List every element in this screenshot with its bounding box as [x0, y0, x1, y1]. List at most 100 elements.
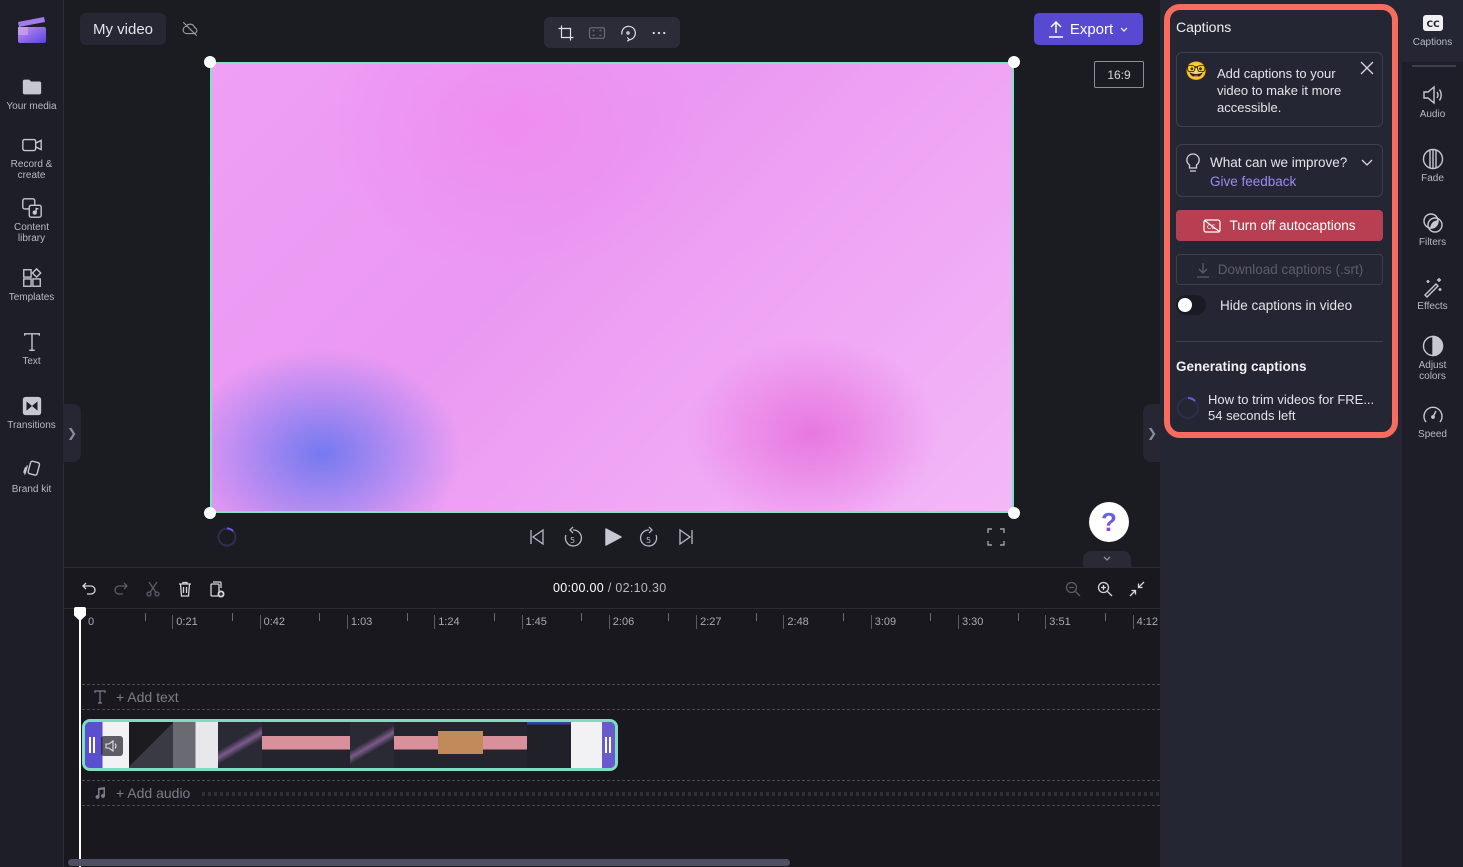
clip-thumbnail — [129, 722, 174, 768]
add-audio-track[interactable]: + Add audio — [82, 780, 1160, 806]
timecode: 00:00.00 / 02:10.30 — [553, 581, 666, 595]
cloud-sync-button[interactable] — [174, 13, 206, 45]
sidebar-item-text[interactable]: Text — [0, 331, 63, 367]
clip-trim-handle-right[interactable] — [605, 737, 611, 753]
forward-5-button[interactable]: 5 — [639, 525, 659, 549]
fit-button[interactable] — [586, 22, 608, 44]
collapse-right-panel-button[interactable]: ❯ — [1143, 404, 1161, 462]
sidebar-item-speed[interactable]: Speed — [1402, 404, 1463, 440]
delete-button[interactable] — [174, 578, 196, 600]
skip-to-start-button[interactable] — [528, 525, 546, 549]
sidebar-item-effects[interactable]: Effects — [1402, 276, 1463, 312]
hide-captions-toggle-row[interactable]: Hide captions in video — [1176, 295, 1352, 315]
content-library-icon — [21, 198, 42, 218]
generating-eta: 54 seconds left — [1208, 408, 1296, 423]
timeline-horizontal-scrollbar[interactable] — [68, 859, 790, 866]
sidebar-item-audio[interactable]: Audio — [1402, 84, 1463, 120]
ruler-tick-label: 3:09 — [870, 615, 896, 629]
clip-thumbnail — [350, 722, 395, 768]
templates-icon — [22, 267, 42, 287]
sidebar-item-filters[interactable]: Filters — [1402, 212, 1463, 248]
sidebar-label: Record & create — [10, 159, 53, 181]
ruler-tick-label: 1:45 — [521, 615, 547, 629]
give-feedback-link[interactable]: Give feedback — [1210, 174, 1296, 189]
collapse-preview-button[interactable] — [1083, 551, 1131, 567]
hide-captions-toggle[interactable] — [1176, 295, 1206, 315]
redo-button[interactable] — [110, 578, 132, 600]
app-window: Your media Record & create Content libra… — [0, 0, 1463, 867]
undo-button[interactable] — [78, 578, 100, 600]
turn-off-autocaptions-button[interactable]: CC Turn off autocaptions — [1176, 210, 1383, 241]
split-button[interactable] — [142, 578, 164, 600]
sidebar-item-your-media[interactable]: Your media — [0, 76, 63, 112]
magic-wand-icon — [1423, 278, 1441, 298]
ruler-minor-tick — [930, 613, 932, 621]
zoom-in-icon — [1097, 581, 1113, 597]
fullscreen-icon[interactable] — [986, 527, 1006, 547]
trash-icon — [179, 581, 191, 597]
ruler-tick-label: 3:30 — [958, 615, 983, 629]
clip-trim-handle-left[interactable] — [89, 737, 95, 753]
filters-icon — [1422, 213, 1443, 233]
clip-thumbnail — [482, 722, 527, 768]
sidebar-item-brand-kit[interactable]: Brand kit — [0, 459, 63, 495]
upload-icon — [1048, 20, 1063, 38]
playhead[interactable] — [79, 608, 81, 867]
rotate-button[interactable] — [617, 22, 639, 44]
face-emoji-icon: 🤓 — [1185, 61, 1208, 81]
sidebar-item-transitions[interactable]: Transitions — [0, 395, 63, 431]
sidebar-item-fade[interactable]: Fade — [1402, 148, 1463, 184]
ruler-tick-label: 4:12 — [1132, 615, 1158, 629]
sidebar-label: Brand kit — [11, 484, 52, 495]
export-button[interactable]: Export — [1034, 13, 1143, 45]
aspect-ratio-button[interactable]: 16:9 — [1094, 61, 1144, 88]
sidebar-label: Effects — [1417, 301, 1448, 312]
sidebar-item-record-create[interactable]: Record & create — [0, 134, 63, 181]
svg-text:5: 5 — [646, 536, 651, 545]
more-options-button[interactable] — [648, 22, 670, 44]
zoom-in-button[interactable] — [1094, 578, 1116, 600]
resize-handle-bottom-right[interactable] — [1008, 507, 1020, 519]
skip-to-end-button[interactable] — [677, 525, 695, 549]
resize-handle-top-right[interactable] — [1008, 56, 1020, 68]
clipchamp-logo[interactable] — [16, 13, 48, 45]
clip-thumbnail — [394, 722, 439, 768]
video-clip[interactable] — [82, 719, 618, 771]
video-preview[interactable] — [210, 62, 1014, 513]
feedback-question: What can we improve? — [1210, 155, 1348, 170]
download-captions-button[interactable]: Download captions (.srt) — [1176, 254, 1383, 285]
lightbulb-icon — [1186, 153, 1200, 172]
ruler-tick-label: 0 — [88, 616, 95, 628]
timeline-ruler[interactable]: 0 0:21 0:42 1:03 1:24 1:45 2:06 2:27 2:48 3:09 3:3… — [64, 608, 1160, 634]
clip-audio-button[interactable] — [101, 736, 123, 756]
rewind-5-button[interactable]: 5 — [563, 525, 583, 549]
play-button[interactable] — [603, 525, 623, 549]
project-title-input[interactable]: My video — [80, 13, 166, 45]
divider — [1176, 341, 1383, 342]
ruler-tick-label: 1:24 — [434, 615, 460, 629]
ruler-minor-tick — [755, 613, 757, 621]
sidebar-label: Filters — [1418, 237, 1447, 248]
duplicate-button[interactable] — [206, 578, 228, 600]
resize-handle-top-left[interactable] — [204, 56, 216, 68]
resize-handle-bottom-left[interactable] — [204, 507, 216, 519]
expand-left-panel-button[interactable]: ❯ — [63, 404, 81, 462]
sidebar-item-captions[interactable]: CC Captions — [1402, 0, 1463, 62]
sidebar-item-templates[interactable]: Templates — [0, 267, 63, 303]
text-icon — [94, 690, 106, 704]
zoom-out-button[interactable] — [1062, 578, 1084, 600]
feedback-card[interactable]: What can we improve? Give feedback — [1176, 144, 1383, 197]
timeline-zoom-tools — [1062, 578, 1148, 600]
sidebar-item-content-library[interactable]: Content library — [0, 197, 63, 244]
close-icon[interactable] — [1360, 61, 1374, 75]
hide-captions-label: Hide captions in video — [1220, 297, 1353, 313]
collapse-arrows-icon — [1129, 581, 1145, 597]
help-button[interactable]: ? — [1089, 502, 1129, 542]
export-label: Export — [1069, 20, 1114, 38]
sidebar-item-adjust-colors[interactable]: Adjust colors — [1402, 335, 1463, 382]
add-text-track[interactable]: + Add text — [82, 684, 1160, 710]
fit-timeline-button[interactable] — [1126, 578, 1148, 600]
fade-icon — [1422, 148, 1443, 170]
captions-tip-card: 🤓 Add captions to your video to make it … — [1176, 52, 1383, 127]
crop-button[interactable] — [555, 22, 577, 44]
